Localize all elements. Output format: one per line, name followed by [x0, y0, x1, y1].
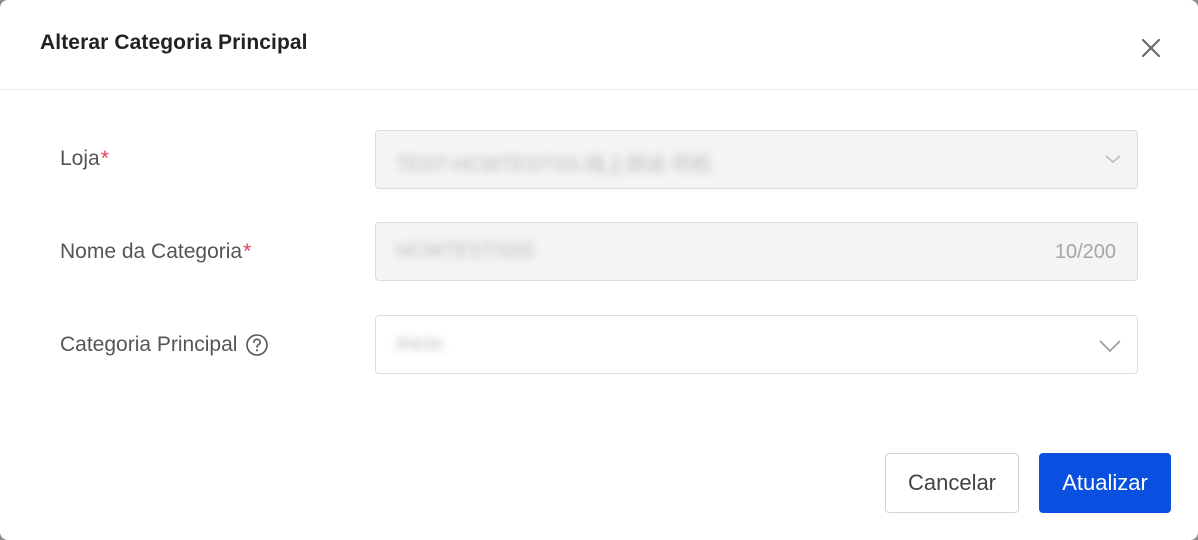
chevron-down-icon [1105, 155, 1121, 164]
required-mark: * [100, 147, 109, 170]
dialog-header: Alterar Categoria Principal [0, 0, 1198, 90]
store-select-value: TEST-HCWTESTSS-线上测试-司机 [396, 154, 712, 176]
parent-category-value: Inicio [396, 333, 443, 355]
parent-category-label: Categoria Principal [60, 333, 269, 357]
category-name-value: HCWTESTSSS [396, 240, 535, 262]
cancel-button[interactable]: Cancelar [885, 453, 1019, 513]
category-name-label: Nome da Categoria * [60, 240, 252, 263]
required-mark: * [243, 240, 252, 263]
chevron-down-icon [1099, 340, 1121, 353]
update-button[interactable]: Atualizar [1039, 453, 1171, 513]
question-circle-icon[interactable] [245, 333, 269, 357]
store-select[interactable]: TEST-HCWTESTSS-线上测试-司机 [375, 130, 1138, 189]
parent-category-select[interactable]: Inicio [375, 315, 1138, 374]
store-label: Loja * [60, 147, 109, 170]
dialog-title: Alterar Categoria Principal [40, 31, 308, 54]
edit-category-dialog: Alterar Categoria Principal Loja * TEST-H… [0, 0, 1198, 540]
category-name-input[interactable]: HCWTESTSSS 10/200 [375, 222, 1138, 281]
close-icon[interactable] [1137, 34, 1165, 62]
character-counter: 10/200 [1054, 241, 1116, 263]
